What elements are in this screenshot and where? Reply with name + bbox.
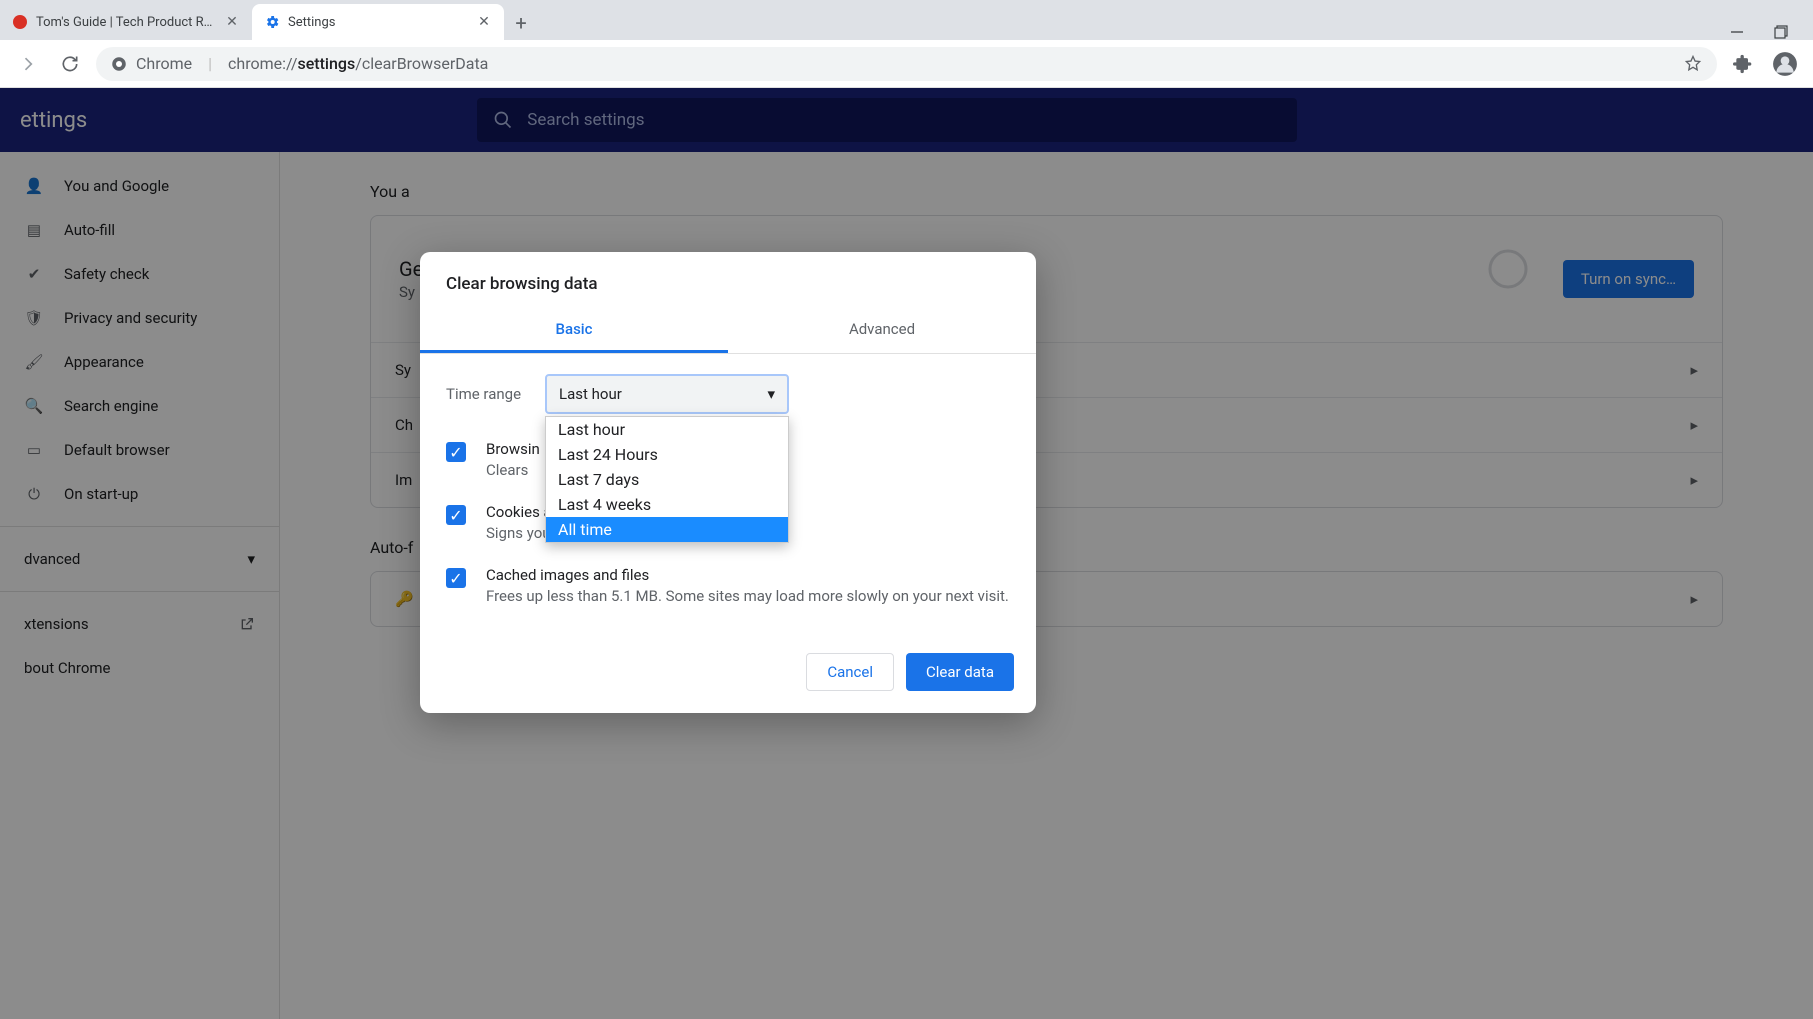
close-icon[interactable]: ✕ xyxy=(224,14,240,30)
forward-button[interactable] xyxy=(12,48,44,80)
checkbox-checked[interactable]: ✓ xyxy=(446,505,466,525)
tab-basic[interactable]: Basic xyxy=(420,308,728,353)
tab-advanced[interactable]: Advanced xyxy=(728,308,1036,353)
tab-settings[interactable]: Settings ✕ xyxy=(252,4,504,40)
browser-toolbar: Chrome | chrome://settings/clearBrowserD… xyxy=(0,40,1813,88)
chip-label: Chrome xyxy=(136,54,192,73)
time-range-select[interactable]: Last hour ▾ Last hour Last 24 Hours Last… xyxy=(545,374,789,414)
minimize-icon[interactable] xyxy=(1729,24,1745,40)
tab-title: Tom's Guide | Tech Product Revie xyxy=(36,15,216,30)
cancel-button[interactable]: Cancel xyxy=(806,653,894,691)
dialog-title: Clear browsing data xyxy=(420,252,1036,308)
dropdown-option[interactable]: Last 7 days xyxy=(546,467,788,492)
chrome-chip: Chrome xyxy=(110,54,192,73)
clear-browsing-data-dialog: Clear browsing data Basic Advanced Time … xyxy=(420,252,1036,713)
dropdown-option[interactable]: Last 4 weeks xyxy=(546,492,788,517)
option-title: Cached images and files xyxy=(486,566,1009,584)
dropdown-option[interactable]: Last hour xyxy=(546,417,788,442)
dialog-actions: Cancel Clear data xyxy=(420,635,1036,713)
time-range-dropdown: Last hour Last 24 Hours Last 7 days Last… xyxy=(545,416,789,543)
time-range-value: Last hour xyxy=(559,385,622,403)
reload-button[interactable] xyxy=(54,48,86,80)
chevron-down-icon: ▾ xyxy=(768,385,776,403)
new-tab-button[interactable]: + xyxy=(504,6,538,40)
settings-gear-icon xyxy=(264,14,280,30)
time-range-label: Time range xyxy=(446,385,521,403)
chrome-icon xyxy=(110,55,128,73)
clear-data-button[interactable]: Clear data xyxy=(906,653,1014,691)
close-icon[interactable]: ✕ xyxy=(476,14,492,30)
window-controls xyxy=(1729,24,1813,40)
tab-title: Settings xyxy=(288,15,468,30)
address-bar[interactable]: Chrome | chrome://settings/clearBrowserD… xyxy=(96,47,1717,81)
favicon-generic-icon xyxy=(12,14,28,30)
option-sub: Frees up less than 5.1 MB. Some sites ma… xyxy=(486,586,1009,607)
extensions-icon[interactable] xyxy=(1727,48,1759,80)
restore-icon[interactable] xyxy=(1773,24,1789,40)
separator: | xyxy=(208,54,212,73)
checkbox-checked[interactable]: ✓ xyxy=(446,568,466,588)
dialog-tabs: Basic Advanced xyxy=(420,308,1036,354)
dropdown-option-selected[interactable]: All time xyxy=(546,517,788,542)
profile-avatar-icon[interactable] xyxy=(1769,48,1801,80)
url-text: chrome://settings/clearBrowserData xyxy=(228,54,488,73)
option-cached: ✓ Cached images and files Frees up less … xyxy=(446,566,1010,607)
tab-strip: Tom's Guide | Tech Product Revie ✕ Setti… xyxy=(0,0,1813,40)
tab-toms-guide[interactable]: Tom's Guide | Tech Product Revie ✕ xyxy=(0,4,252,40)
checkbox-checked[interactable]: ✓ xyxy=(446,442,466,462)
bookmark-star-icon[interactable] xyxy=(1683,54,1703,74)
dropdown-option[interactable]: Last 24 Hours xyxy=(546,442,788,467)
